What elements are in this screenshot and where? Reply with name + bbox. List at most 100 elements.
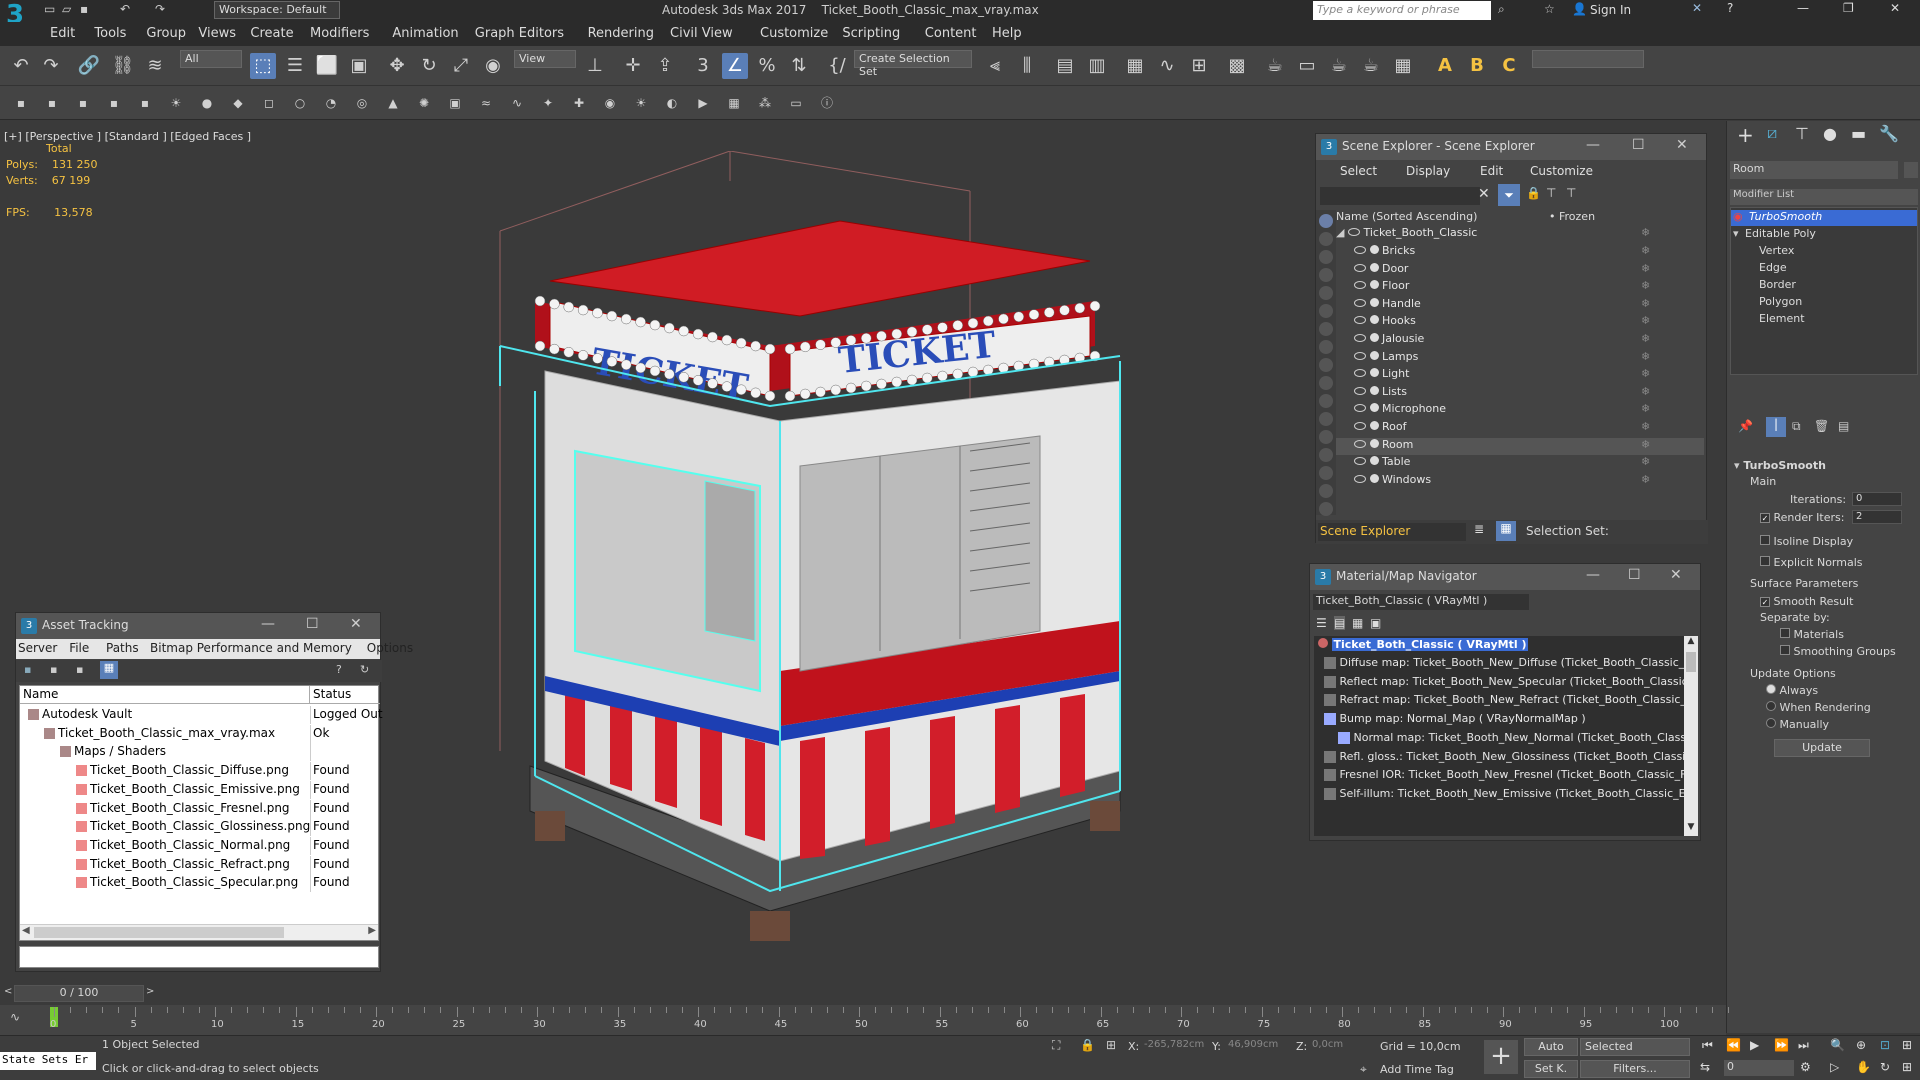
isoline-checkbox[interactable] <box>1760 535 1770 545</box>
set-key-big-icon[interactable]: + <box>1484 1040 1518 1074</box>
fov-icon[interactable]: ▷ <box>1830 1060 1839 1074</box>
maximize-toggle-icon[interactable]: ⊞ <box>1902 1060 1912 1074</box>
teapot-icon[interactable]: ◔ <box>322 94 340 112</box>
render-setup-icon[interactable]: ☕ <box>1262 53 1288 79</box>
material-map-item[interactable]: Refract map: Ticket_Booth_New_Refract (T… <box>1314 693 1684 710</box>
filter-type-0-icon[interactable] <box>1319 214 1333 228</box>
keyboard-shortcut-icon[interactable]: ⇪ <box>652 53 678 79</box>
update-button[interactable]: Update <box>1774 739 1870 757</box>
isolate-icon[interactable]: ⛶ <box>1052 1038 1060 1053</box>
exchange-icon[interactable]: ✕ <box>1692 1 1702 15</box>
render-dot-icon[interactable] <box>1369 350 1379 360</box>
freeze-icon[interactable]: ❄ <box>1641 455 1650 468</box>
vray-dome-icon[interactable]: ◐ <box>663 94 681 112</box>
set-key-button[interactable]: Set K. <box>1524 1060 1578 1078</box>
rotate-icon[interactable]: ↻ <box>416 53 442 79</box>
filters-button[interactable]: Filters... <box>1580 1060 1690 1078</box>
material-map-item[interactable]: Self-illum: Ticket_Booth_New_Emissive (T… <box>1314 787 1684 804</box>
material-map-item[interactable]: Normal map: Ticket_Booth_New_Normal (Tic… <box>1314 731 1684 748</box>
table-row[interactable]: Ticket_Booth_Classic_Fresnel.png Found <box>20 799 378 818</box>
visibility-icon[interactable] <box>1354 298 1366 307</box>
orbit-icon[interactable]: ↻ <box>1880 1060 1890 1074</box>
vault-icon[interactable]: ▪ <box>24 663 31 676</box>
se-menu-select[interactable]: Select <box>1340 164 1377 178</box>
tree-item[interactable]: Microphone ❄ <box>1336 402 1704 419</box>
hierarchy-icon[interactable]: ⊤ <box>1546 186 1556 200</box>
filter-type-16-icon[interactable] <box>1319 502 1333 516</box>
minimize-button[interactable]: — <box>261 616 275 632</box>
current-material-field[interactable]: Ticket_Both_Classic ( VRayMtl ) <box>1313 594 1529 610</box>
render-dot-icon[interactable] <box>1369 403 1379 413</box>
tree-item[interactable]: Bricks ❄ <box>1336 244 1704 261</box>
b-icon[interactable]: B <box>1464 53 1490 79</box>
c-icon[interactable]: C <box>1496 53 1522 79</box>
render-dot-icon[interactable] <box>1369 438 1379 448</box>
go-to-end-icon[interactable]: ⏭ <box>1798 1038 1809 1053</box>
modifier-stack-item[interactable]: Element <box>1731 312 1917 328</box>
select-object-icon[interactable]: ⬚ <box>250 53 276 79</box>
explicit-normals-checkbox[interactable] <box>1760 556 1770 566</box>
a-icon[interactable]: A <box>1432 53 1458 79</box>
render-dot-icon[interactable] <box>1369 456 1379 466</box>
filter-type-4-icon[interactable] <box>1319 286 1333 300</box>
table-row[interactable]: Ticket_Booth_Classic_Refract.png Found <box>20 855 378 874</box>
make-unique-icon[interactable]: ⧉ <box>1792 419 1801 434</box>
minimize-button[interactable]: — <box>1586 137 1600 153</box>
grid-icon[interactable]: ▦ <box>725 94 743 112</box>
utilities-tab-icon[interactable]: 🔧 <box>1879 124 1899 143</box>
minimize-button[interactable]: — <box>1797 1 1809 15</box>
menu-content[interactable]: Content <box>925 26 977 41</box>
close-button[interactable]: ✕ <box>1670 567 1682 583</box>
scene-explorer-title[interactable]: 3 Scene Explorer - Scene Explorer — ☐ ✕ <box>1316 134 1706 160</box>
tree-item[interactable]: Door ❄ <box>1336 262 1704 279</box>
place-icon[interactable]: ◉ <box>480 53 506 79</box>
menu-group[interactable]: Group <box>146 26 186 41</box>
new-file-icon[interactable]: ▭ <box>44 2 55 16</box>
add-to-layer-icon[interactable]: ▪ <box>74 94 92 112</box>
freeze-icon[interactable]: ❄ <box>1641 279 1650 292</box>
mirror-icon[interactable]: ⫷ <box>982 53 1008 79</box>
curve-editor-icon[interactable]: ∿ <box>1154 53 1180 79</box>
maxscript-listener[interactable]: State Sets Er <box>0 1052 96 1070</box>
at-menu-file[interactable]: File <box>69 641 89 655</box>
y-coordinate-field[interactable]: 46,909cm <box>1226 1038 1296 1054</box>
selection-lock-icon[interactable]: 🔒 <box>1080 1038 1095 1052</box>
tree-item[interactable]: Jalousie ❄ <box>1336 332 1704 349</box>
visibility-icon[interactable] <box>1354 404 1366 413</box>
close-button[interactable]: ✕ <box>1676 137 1688 153</box>
filter-type-5-icon[interactable] <box>1319 304 1333 318</box>
select-manipulate-icon[interactable]: ✛ <box>620 53 646 79</box>
render-shot-icon[interactable]: ◆ <box>229 94 247 112</box>
render-dot-icon[interactable] <box>1369 280 1379 290</box>
material-map-item[interactable]: Fresnel IOR: Ticket_Booth_New_Fresnel (T… <box>1314 768 1684 785</box>
freeze-icon[interactable]: ❄ <box>1641 438 1650 451</box>
rollout-header[interactable]: ▾ TurboSmooth <box>1734 459 1826 472</box>
visibility-icon[interactable] <box>1354 246 1366 254</box>
hierarchy2-icon[interactable]: ⊤ <box>1566 186 1576 200</box>
filter-type-12-icon[interactable] <box>1319 430 1333 444</box>
filter-type-14-icon[interactable] <box>1319 466 1333 480</box>
material-map-item[interactable]: Bump map: Normal_Map ( VRayNormalMap ) <box>1314 712 1586 729</box>
light-icon[interactable]: ● <box>198 94 216 112</box>
visibility-icon[interactable] <box>1347 228 1360 236</box>
prev-key-icon[interactable]: ⏪ <box>1726 1038 1741 1052</box>
expand-icon[interactable]: ▾ <box>1733 227 1739 240</box>
filter-type-3-icon[interactable] <box>1319 268 1333 282</box>
ticket-booth-model[interactable]: TICKET TICKET <box>480 151 1180 981</box>
visibility-icon[interactable] <box>1354 316 1366 325</box>
tree-item[interactable]: Lists ❄ <box>1336 385 1704 402</box>
render-dot-icon[interactable] <box>1369 473 1379 483</box>
scene-explorer-icon[interactable]: ▤ <box>1052 53 1078 79</box>
filter-type-9-icon[interactable] <box>1319 376 1333 390</box>
zoom-all-icon[interactable]: ⊕ <box>1856 1038 1866 1052</box>
snaps-3-icon[interactable]: 3 <box>690 53 716 79</box>
table-row[interactable]: Ticket_Booth_Classic_Diffuse.png Found <box>20 762 378 781</box>
time-tag-icon[interactable]: ⌖ <box>1360 1062 1367 1077</box>
rect-select-region-icon[interactable]: ⬜ <box>314 53 340 79</box>
schematic-icon[interactable]: ⊞ <box>1186 53 1212 79</box>
filter-type-7-icon[interactable] <box>1319 340 1333 354</box>
object-name-field[interactable]: Room <box>1730 161 1898 179</box>
tree-item[interactable]: Hooks ❄ <box>1336 314 1704 331</box>
select-by-name-icon[interactable]: ☰ <box>282 53 308 79</box>
when-rendering-radio[interactable] <box>1766 701 1776 711</box>
